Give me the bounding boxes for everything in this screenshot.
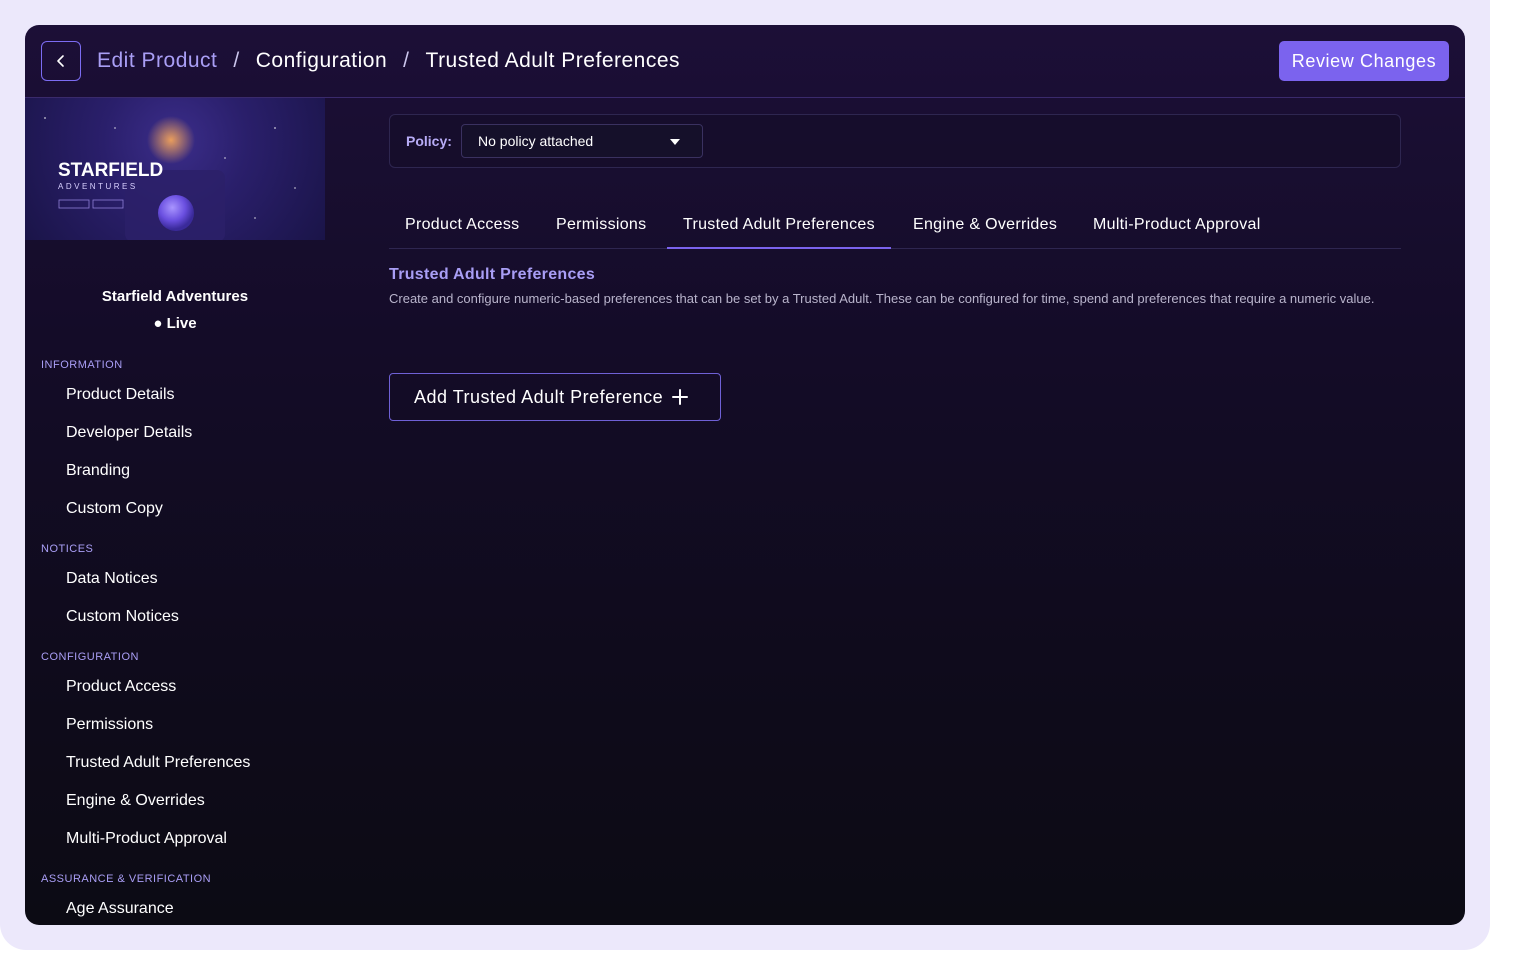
sidebar-item-branding[interactable]: Branding [66, 462, 130, 480]
top-header: Edit Product / Configuration / Trusted A… [25, 25, 1465, 98]
breadcrumb-separator: / [233, 49, 240, 72]
review-changes-button[interactable]: Review Changes [1279, 41, 1449, 81]
sidebar-item-engine-overrides[interactable]: Engine & Overrides [66, 792, 205, 810]
breadcrumb: Edit Product / Configuration / Trusted A… [97, 47, 680, 75]
add-button-label: Add Trusted Adult Preference [414, 386, 664, 407]
tab-multi-product-approval[interactable]: Multi-Product Approval [1093, 208, 1261, 249]
breadcrumb-current-page: Trusted Adult Preferences [425, 49, 681, 72]
policy-select[interactable]: No policy attached [461, 124, 703, 158]
back-button[interactable] [41, 41, 81, 81]
policy-label: Policy: [406, 133, 452, 149]
plus-icon [672, 389, 689, 405]
sidebar-item-trusted-adult-preferences[interactable]: Trusted Adult Preferences [66, 754, 250, 772]
caret-down-icon [670, 139, 680, 145]
thumbnail-title: STARFIELD [58, 160, 163, 181]
nav-section-notices: NOTICES [41, 543, 94, 555]
sidebar-item-custom-notices[interactable]: Custom Notices [66, 608, 179, 626]
breadcrumb-configuration[interactable]: Configuration [256, 49, 387, 73]
sidebar-item-age-assurance[interactable]: Age Assurance [66, 900, 174, 918]
policy-select-value: No policy attached [478, 133, 594, 149]
product-thumbnail: STARFIELD ADVENTURES [25, 98, 325, 240]
status-badge: ● Live [153, 315, 197, 332]
tab-bar: Product Access Permissions Trusted Adult… [389, 208, 1401, 249]
sidebar-item-data-notices[interactable]: Data Notices [66, 570, 158, 588]
breadcrumb-separator: / [403, 49, 410, 72]
product-name: Starfield Adventures [101, 288, 249, 305]
tab-permissions[interactable]: Permissions [556, 208, 646, 249]
sidebar: STARFIELD ADVENTURES Starfield Adventure… [25, 98, 325, 925]
sidebar-item-developer-details[interactable]: Developer Details [66, 424, 192, 442]
add-trusted-adult-preference-button[interactable]: Add Trusted Adult Preference [389, 373, 721, 421]
nav-section-configuration: CONFIGURATION [41, 651, 139, 663]
section-description: Create and configure numeric-based prefe… [389, 291, 1375, 306]
sidebar-item-permissions[interactable]: Permissions [66, 716, 153, 734]
app-window: Edit Product / Configuration / Trusted A… [25, 25, 1465, 925]
breadcrumb-edit-product[interactable]: Edit Product [97, 49, 217, 73]
tab-engine-overrides[interactable]: Engine & Overrides [913, 208, 1057, 249]
nav-section-assurance-verification: ASSURANCE & VERIFICATION [41, 873, 212, 885]
tab-trusted-adult-preferences[interactable]: Trusted Adult Preferences [667, 208, 891, 249]
policy-bar: Policy: No policy attached [389, 114, 1401, 168]
section-heading: Trusted Adult Preferences [389, 266, 596, 283]
sidebar-item-product-details[interactable]: Product Details [66, 386, 175, 404]
sidebar-item-multi-product-approval[interactable]: Multi-Product Approval [66, 830, 227, 848]
chevron-left-icon [57, 55, 64, 67]
sidebar-item-product-access[interactable]: Product Access [66, 678, 176, 696]
thumbnail-subtitle: ADVENTURES [58, 182, 138, 191]
sidebar-item-custom-copy[interactable]: Custom Copy [66, 500, 163, 518]
thumbnail-artwork: STARFIELD ADVENTURES [44, 116, 296, 240]
nav-section-information: INFORMATION [41, 359, 123, 371]
tab-product-access[interactable]: Product Access [405, 208, 519, 249]
